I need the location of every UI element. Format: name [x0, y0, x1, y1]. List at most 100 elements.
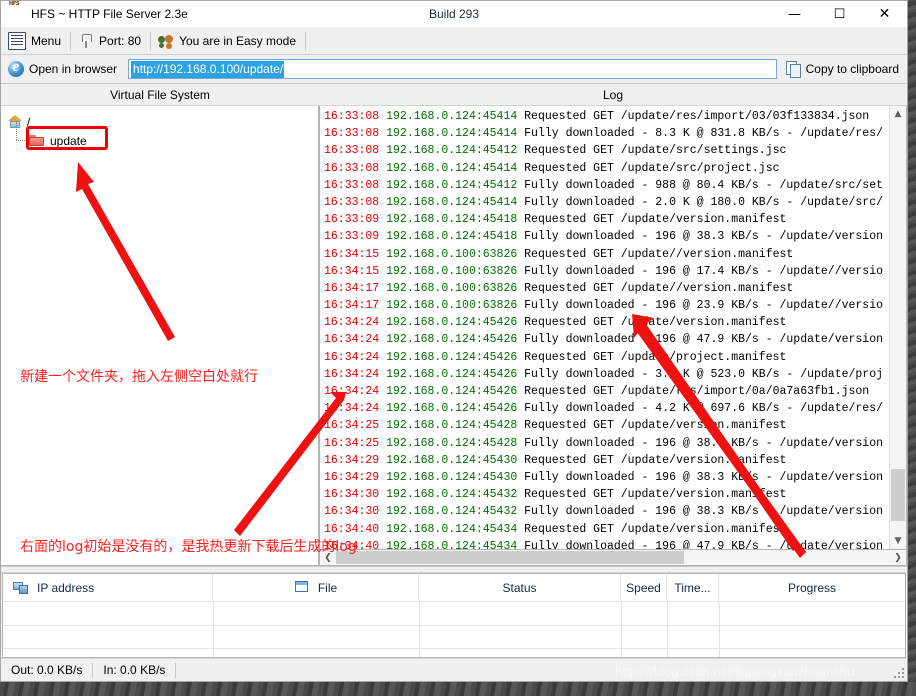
log-timestamp: 16:34:30	[324, 505, 387, 519]
tree-item-root[interactable]: /	[7, 112, 318, 131]
log-view[interactable]: 16:33:08 192.168.0.124:45414 Requested G…	[319, 106, 907, 550]
log-timestamp: 16:34:25	[324, 436, 387, 450]
column-header-progress[interactable]: Progress	[719, 574, 905, 601]
open-in-browser-button[interactable]: Open in browser	[1, 56, 126, 82]
log-line: 16:33:09 192.168.0.124:45418 Fully downl…	[324, 228, 889, 245]
close-button[interactable]: ✕	[862, 1, 907, 27]
log-line: 16:34:40 192.168.0.124:45434 Fully downl…	[324, 538, 889, 549]
hfs-main-window: HFS ~ HTTP File Server 2.3e Build 293 — …	[0, 0, 908, 682]
log-line: 16:34:24 192.168.0.124:45426 Requested G…	[324, 349, 889, 366]
screenshot-root: HFS ~ HTTP File Server 2.3e Build 293 — …	[0, 0, 916, 696]
column-header-time[interactable]: Time...	[667, 574, 719, 601]
column-divider	[419, 602, 420, 657]
log-timestamp: 16:33:08	[324, 144, 387, 158]
transfers-table[interactable]: IP address File Status Speed Time... Pro…	[2, 573, 906, 658]
log-timestamp: 16:33:08	[324, 195, 387, 209]
log-client-address: 192.168.0.124:45426	[386, 385, 525, 398]
log-client-address: 192.168.0.124:45432	[386, 505, 525, 519]
log-timestamp: 16:34:15	[324, 247, 387, 261]
copy-icon	[785, 61, 801, 78]
log-client-address: 192.168.0.124:45426	[386, 350, 525, 364]
log-message: Requested GET /update/version.manifest	[524, 453, 787, 467]
log-client-address: 192.168.0.124:45430	[386, 453, 525, 467]
horizontal-scroll-thumb[interactable]	[336, 551, 684, 564]
copy-to-clipboard-button[interactable]: Copy to clipboard	[779, 56, 907, 82]
scroll-right-icon[interactable]: ❯	[890, 550, 906, 565]
column-header-ip-address[interactable]: IP address	[3, 574, 213, 601]
tree-connector	[9, 122, 29, 150]
log-text-area[interactable]: 16:33:08 192.168.0.124:45414 Requested G…	[320, 106, 889, 549]
main-content: Virtual File System / update Log 16:33:0…	[1, 84, 907, 566]
log-message: Fully downloaded - 196 @ 38.3 KB/s - /up…	[524, 505, 884, 519]
log-message: Fully downloaded - 3.1 K @ 523.0 KB/s - …	[524, 367, 884, 381]
log-horizontal-scrollbar[interactable]: ❮ ❯	[319, 550, 907, 566]
status-separator-2	[175, 662, 177, 678]
log-message: Requested GET /update/version.manifest	[524, 316, 787, 330]
log-timestamp: 16:34:24	[324, 367, 387, 381]
log-client-address: 192.168.0.124:45414	[386, 161, 525, 175]
title-bar: HFS ~ HTTP File Server 2.3e Build 293 — …	[1, 1, 907, 27]
log-line: 16:34:29 192.168.0.124:45430 Fully downl…	[324, 469, 889, 486]
column-divider	[719, 602, 720, 657]
log-message: Requested GET /update/res/import/03/03f1…	[524, 110, 870, 123]
toolbar-separator-3	[305, 31, 307, 50]
column-divider	[213, 602, 214, 657]
annotation-note-top: 新建一个文件夹，拖入左侧空白处就行	[20, 369, 258, 385]
log-client-address: 192.168.0.100:63826	[386, 247, 525, 261]
home-icon	[7, 114, 23, 129]
menu-button[interactable]: Menu	[1, 28, 70, 54]
port-label: Port: 80	[99, 33, 142, 48]
column-label: File	[317, 580, 338, 595]
log-line: 16:33:09 192.168.0.124:45418 Requested G…	[324, 211, 889, 228]
tree-item-update[interactable]: update	[9, 122, 318, 150]
minimize-button[interactable]: —	[772, 1, 817, 27]
log-timestamp: 16:34:17	[324, 281, 387, 295]
log-line: 16:34:24 192.168.0.124:45426 Fully downl…	[324, 400, 889, 417]
log-panel-header: Log	[319, 84, 907, 106]
vertical-scroll-thumb[interactable]	[891, 469, 905, 521]
log-timestamp: 16:34:29	[324, 470, 387, 484]
resize-grip[interactable]	[892, 666, 904, 678]
log-message: Fully downloaded - 196 @ 23.9 KB/s - /up…	[524, 299, 884, 313]
log-message: Requested GET /update/version.manifest	[524, 213, 787, 227]
url-input[interactable]: http://192.168.0.100/update/	[128, 59, 777, 79]
port-button[interactable]: Port: 80	[71, 28, 150, 54]
log-vertical-scrollbar[interactable]: ▲ ▼	[889, 106, 906, 549]
transfers-body[interactable]	[3, 602, 905, 657]
menu-label: Menu	[31, 33, 62, 48]
hfs-app-icon	[9, 6, 25, 22]
maximize-button[interactable]: ☐	[817, 1, 862, 27]
plug-icon	[78, 33, 94, 49]
horizontal-scroll-track[interactable]	[336, 550, 890, 565]
log-line: 16:33:08 192.168.0.124:45414 Requested G…	[324, 108, 889, 125]
log-message: Requested GET /update/version.manifest	[524, 522, 787, 536]
log-client-address: 192.168.0.124:45434	[386, 539, 525, 549]
column-header-speed[interactable]: Speed	[621, 574, 667, 601]
vfs-tree[interactable]: / update	[1, 106, 319, 566]
log-message: Requested GET /update/src/project.jsc	[524, 161, 780, 175]
log-message: Fully downloaded - 4.2 K @ 697.6 KB/s - …	[524, 402, 884, 416]
log-client-address: 192.168.0.124:45430	[386, 470, 525, 484]
vertical-scroll-track[interactable]	[890, 122, 906, 533]
log-message: Requested GET /update/src/settings.jsc	[524, 144, 787, 158]
log-line: 16:34:24 192.168.0.124:45426 Fully downl…	[324, 366, 889, 383]
log-timestamp: 16:33:09	[324, 230, 387, 244]
log-timestamp: 16:34:24	[324, 402, 387, 416]
scroll-down-icon[interactable]: ▼	[890, 533, 906, 549]
log-line: 16:34:17 192.168.0.100:63826 Requested G…	[324, 280, 889, 297]
panel-splitter[interactable]	[1, 566, 907, 573]
column-header-file[interactable]: File	[213, 574, 419, 601]
vfs-panel-header: Virtual File System	[1, 84, 319, 106]
log-timestamp: 16:34:40	[324, 522, 387, 536]
log-line-list: 16:33:08 192.168.0.124:45414 Requested G…	[320, 106, 889, 549]
log-message: Requested GET /update/res/import/0a/0a7a…	[524, 385, 870, 398]
column-header-status[interactable]: Status	[419, 574, 621, 601]
log-client-address: 192.168.0.124:45428	[386, 419, 525, 433]
scroll-up-icon[interactable]: ▲	[890, 106, 906, 122]
mode-button[interactable]: You are in Easy mode	[151, 28, 305, 54]
log-message: Requested GET /update//version.manifest	[524, 247, 794, 261]
log-client-address: 192.168.0.124:45414	[386, 110, 525, 123]
log-line: 16:34:29 192.168.0.124:45430 Requested G…	[324, 452, 889, 469]
log-client-address: 192.168.0.124:45434	[386, 522, 525, 536]
log-timestamp: 16:33:08	[324, 110, 387, 123]
